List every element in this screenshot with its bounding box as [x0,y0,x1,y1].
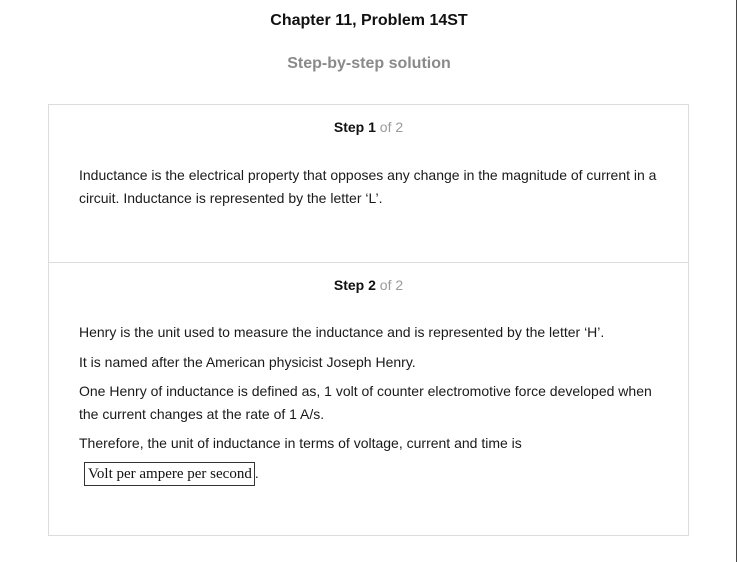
step-2-section: Step 2 of 2 Henry is the unit used to me… [49,263,688,535]
step-2-paragraph: One Henry of inductance is defined as, 1… [79,383,652,422]
step-label: Step [333,277,365,293]
answer-period: . [254,464,259,481]
step-2-header: Step 2 of 2 [49,277,688,293]
step-2-paragraph: It is named after the American physicist… [79,353,416,370]
solution-card: Step 1 of 2 Inductance is the electrical… [48,104,689,536]
step-total: of 2 [379,119,404,135]
step-2-body: Henry is the unit used to measure the in… [79,321,664,486]
step-total: of 2 [379,277,404,293]
boxed-answer: Volt per ampere per second [84,461,255,486]
answer-line: Volt per ampere per second. [79,461,664,486]
step-1-body: Inductance is the electrical property th… [79,164,664,216]
solution-subtitle: Step-by-step solution [287,55,451,72]
page-edge-line [736,0,737,562]
step-1-header: Step 1 of 2 [49,119,688,135]
step-1-paragraph: Inductance is the electrical property th… [79,167,657,206]
page-title: Chapter 11, Problem 14ST [270,12,468,29]
step-label: Step [333,119,365,135]
step-number: 1 [368,119,376,135]
step-2-paragraph: Therefore, the unit of inductance in ter… [79,435,522,451]
step-2-paragraph: Henry is the unit used to measure the in… [79,324,605,340]
step-number: 2 [368,277,376,293]
step-1-section: Step 1 of 2 Inductance is the electrical… [49,105,688,263]
